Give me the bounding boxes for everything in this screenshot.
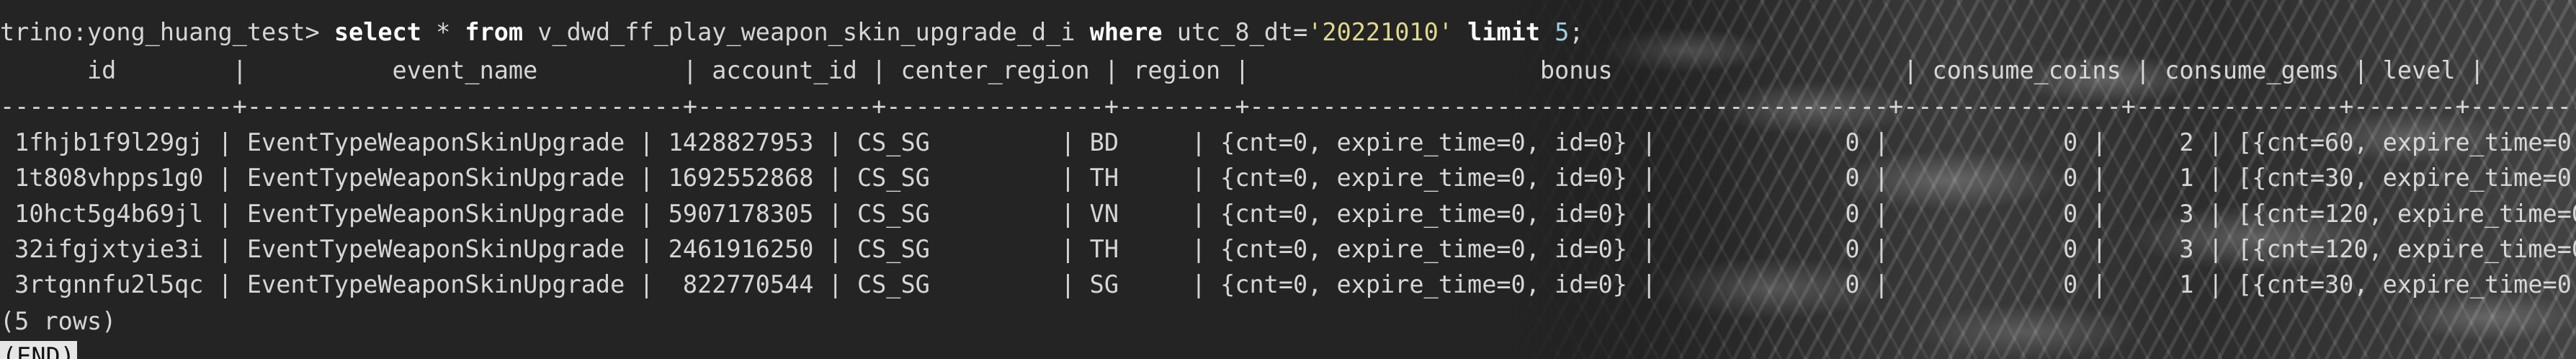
table-separator: ----------------+-----------------------… bbox=[0, 92, 2576, 120]
command-line: trino:yong_huang_test> select * from v_d… bbox=[0, 14, 1583, 50]
row-count: (5 rows) bbox=[0, 307, 117, 335]
table-row: 1t808vhpps1g0 | EventTypeWeaponSkinUpgra… bbox=[0, 164, 2576, 192]
keyword-select: select bbox=[334, 18, 421, 46]
where-condition: utc_8_dt= bbox=[1162, 18, 1308, 46]
select-columns: * bbox=[421, 18, 465, 46]
keyword-limit: limit bbox=[1467, 18, 1540, 46]
table-row: 1fhjb1f9l29gj | EventTypeWeaponSkinUpgra… bbox=[0, 128, 2576, 156]
terminal-output: trino:yong_huang_test> select * from v_d… bbox=[0, 0, 2576, 359]
table-row: 3rtgnnfu2l5qc | EventTypeWeaponSkinUpgra… bbox=[0, 270, 2576, 298]
prompt: trino:yong_huang_test> bbox=[0, 18, 334, 46]
table-row: 10hct5g4b69jl | EventTypeWeaponSkinUpgra… bbox=[0, 200, 2576, 228]
pager-end-line: (END) bbox=[0, 339, 77, 359]
table-header: id | event_name | account_id | center_re… bbox=[87, 56, 2485, 84]
terminal-window[interactable]: trino:yong_huang_test> select * from v_d… bbox=[0, 0, 2576, 359]
pager-end-marker: (END) bbox=[0, 341, 77, 359]
table-name: v_dwd_ff_play_weapon_skin_upgrade_d_i bbox=[523, 18, 1090, 46]
limit-value: 5 bbox=[1555, 18, 1570, 46]
keyword-from: from bbox=[465, 18, 524, 46]
table-row: 32ifgjxtyie3i | EventTypeWeaponSkinUpgra… bbox=[0, 235, 2576, 263]
string-literal: '20221010' bbox=[1307, 18, 1453, 46]
statement-terminator: ; bbox=[1569, 18, 1584, 46]
keyword-where: where bbox=[1089, 18, 1163, 46]
